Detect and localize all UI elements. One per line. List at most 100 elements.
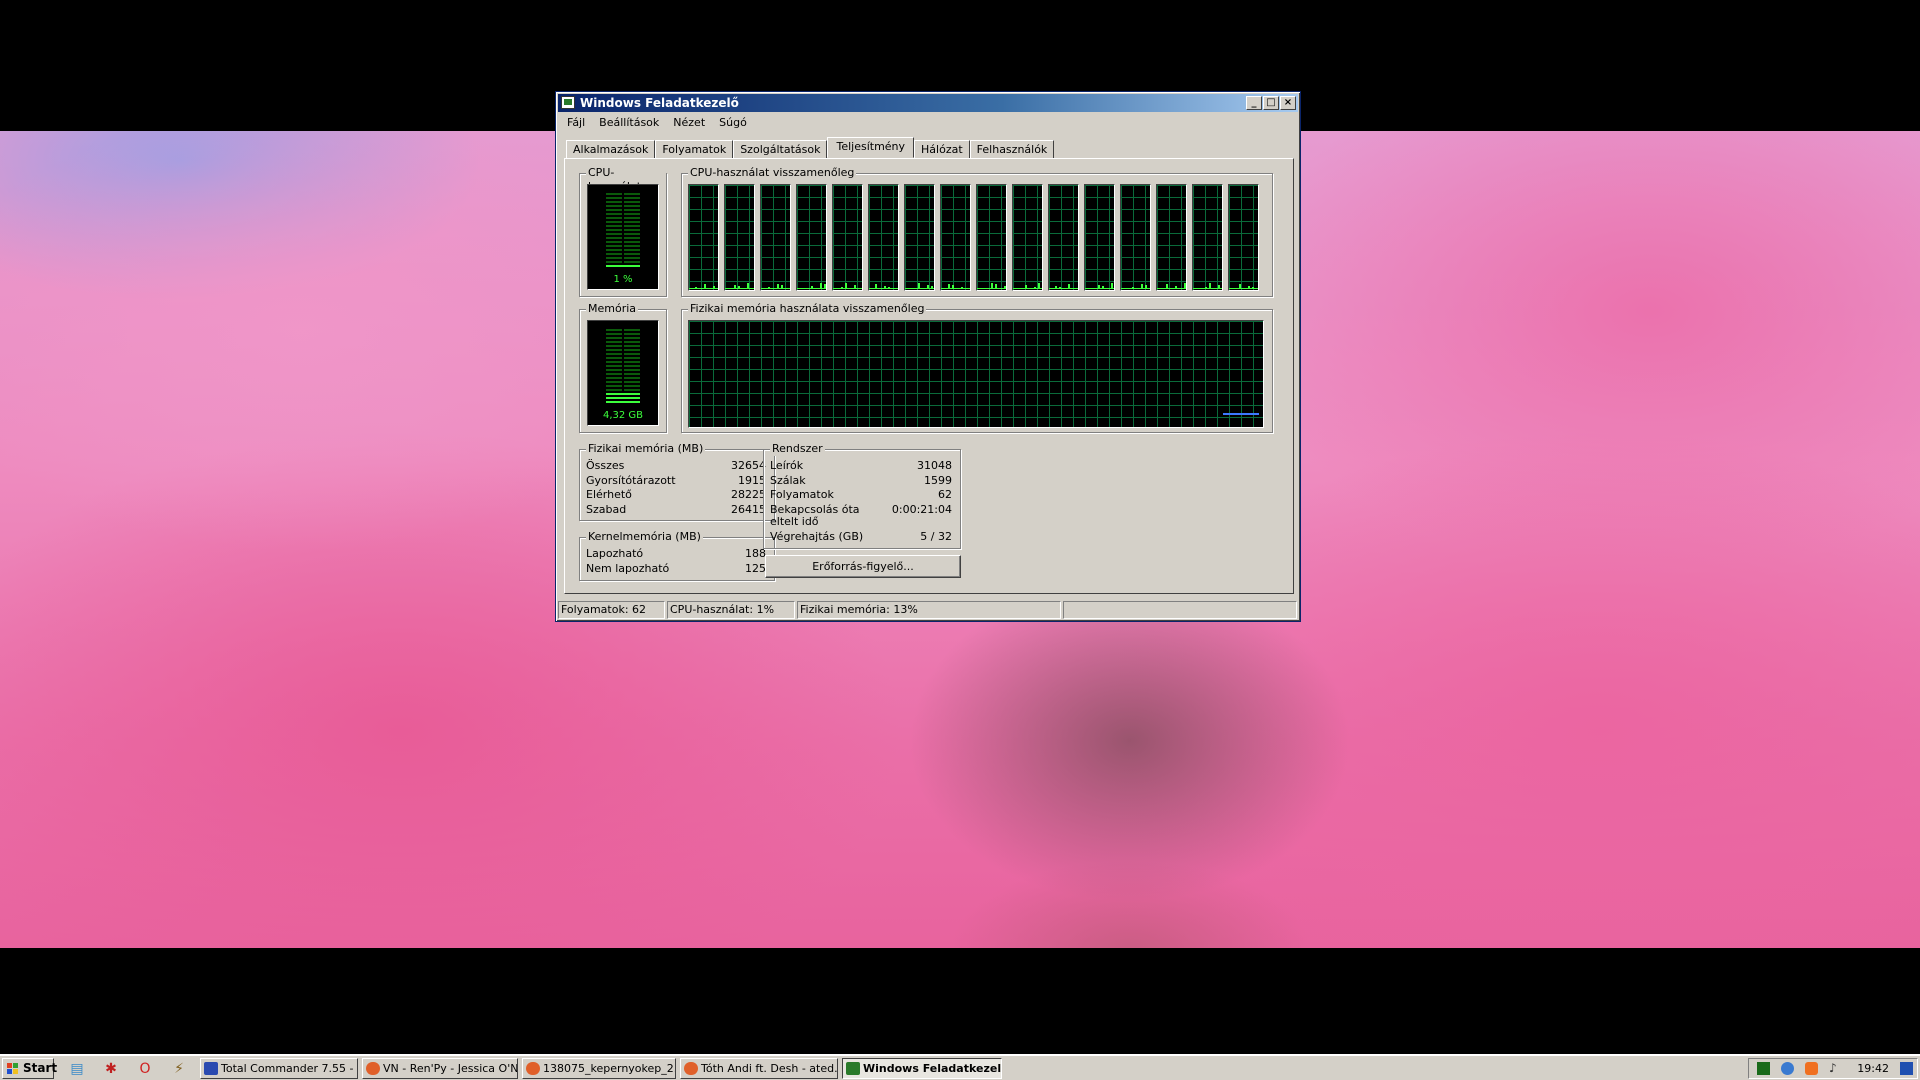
opera-icon[interactable]: O — [136, 1060, 154, 1078]
kernel-memory-group: Kernelmemória (MB) Lapozható 188 Nem lapo… — [579, 530, 775, 581]
update-icon[interactable] — [1805, 1062, 1818, 1075]
taskbar-button[interactable]: Windows Feladatkezelő — [842, 1058, 1002, 1079]
cpu-core-graph — [1156, 184, 1187, 291]
cpu-core-spike — [875, 284, 877, 289]
cpu-core-graph — [976, 184, 1007, 291]
cpu-usage-group: CPU-használat 1 % — [579, 166, 667, 297]
status-memory: Fizikai memória: 13% — [797, 601, 1061, 619]
cpu-core-graph — [1228, 184, 1259, 291]
tab-processes[interactable]: Folyamatok — [655, 140, 734, 158]
firefox-icon — [366, 1062, 380, 1075]
cpu-usage-value: 1 % — [613, 274, 633, 285]
cpu-core-spike — [1175, 286, 1177, 289]
minimize-button[interactable]: _ — [1246, 96, 1262, 110]
cpu-core-graph — [1192, 184, 1223, 291]
menu-help[interactable]: Súgó — [712, 114, 754, 132]
explorer-icon[interactable]: ▤ — [68, 1060, 86, 1078]
taskbar: Start ▤ ✱ O ⚡ Total Commander 7.55 - ...… — [0, 1054, 1920, 1080]
cpu-core-spike — [845, 283, 847, 289]
memory-history-label: Fizikai memória használata visszamenőleg — [688, 302, 927, 316]
tool-icon[interactable]: ⚡ — [170, 1060, 188, 1078]
show-desktop-icon[interactable] — [1900, 1062, 1913, 1075]
cpu-core-spike — [918, 283, 920, 289]
task-manager-tray-icon[interactable] — [1757, 1062, 1770, 1075]
cpu-core-spike — [1218, 285, 1220, 289]
cpu-core-spike — [768, 287, 770, 289]
physical-memory-row: Összes 32654 — [586, 459, 766, 472]
taskbar-button[interactable]: VN - Ren'Py - Jessica O'N... — [362, 1058, 518, 1079]
clock[interactable]: 19:42 — [1857, 1059, 1889, 1078]
physical-memory-row: Szabad 26415 — [586, 503, 766, 516]
task-manager-window[interactable]: Windows Feladatkezelő _ □ × Fájl Beállít… — [555, 91, 1301, 622]
cpu-core-spike — [1025, 285, 1027, 289]
start-button[interactable]: Start — [2, 1058, 57, 1079]
menu-view[interactable]: Nézet — [666, 114, 712, 132]
taskbar-button-label: VN - Ren'Py - Jessica O'N... — [383, 1062, 518, 1075]
system-row: Végrehajtás (GB) 5 / 32 — [770, 530, 952, 543]
taskbar-button[interactable]: Total Commander 7.55 - ... — [200, 1058, 358, 1079]
cpu-core-spike — [738, 286, 740, 289]
cpu-core-spike — [1055, 286, 1057, 289]
status-cpu: CPU-használat: 1% — [667, 601, 795, 619]
cpu-usage-meter: 1 % — [587, 184, 659, 290]
cpu-core-spike — [1102, 286, 1104, 289]
tab-users[interactable]: Felhasználók — [969, 140, 1055, 158]
cpu-core-spike — [1141, 284, 1143, 289]
tab-services[interactable]: Szolgáltatások — [733, 140, 828, 158]
resource-monitor-button[interactable]: Erőforrás-figyelő... — [765, 555, 961, 578]
taskbar-button[interactable]: 138075_kepernyokep_2... — [522, 1058, 676, 1079]
close-button[interactable]: × — [1280, 96, 1296, 110]
taskbar-button-label: Windows Feladatkezelő — [863, 1062, 1002, 1075]
cpu-history-label: CPU-használat visszamenőleg — [688, 166, 857, 180]
physical-memory-title: Fizikai memória (MB) — [586, 442, 706, 456]
cpu-core-spike — [1098, 285, 1100, 289]
cpu-core-spike — [952, 285, 954, 289]
cpu-core-graph — [724, 184, 755, 291]
menu-file[interactable]: Fájl — [560, 114, 592, 132]
menu-options[interactable]: Beállítások — [592, 114, 666, 132]
maximize-button[interactable]: □ — [1263, 96, 1279, 110]
cpu-core-spike — [781, 285, 783, 289]
kernel-memory-row: Lapozható 188 — [586, 547, 766, 560]
cpu-core-spike — [1205, 287, 1207, 289]
kernel-memory-title: Kernelmemória (MB) — [586, 530, 703, 544]
window-title: Windows Feladatkezelő — [580, 96, 739, 110]
volume-icon[interactable]: ♪ — [1829, 1062, 1842, 1075]
system-row: eltelt idő — [770, 515, 819, 528]
cpu-core-graph — [940, 184, 971, 291]
cpu-core-graph — [1012, 184, 1043, 291]
cpu-core-spike — [811, 286, 813, 289]
cpu-core-spike — [1004, 286, 1006, 289]
taskbar-button-label: Tóth Andi ft. Desh - ated... — [701, 1062, 838, 1075]
taskbar-button[interactable]: Tóth Andi ft. Desh - ated... — [680, 1058, 838, 1079]
cpu-core-spike — [695, 287, 697, 289]
tab-applications[interactable]: Alkalmazások — [566, 140, 656, 158]
system-row: Folyamatok 62 — [770, 488, 952, 501]
tab-performance[interactable]: Teljesítmény — [827, 137, 915, 158]
cpu-core-graph — [832, 184, 863, 291]
network-icon[interactable] — [1781, 1062, 1794, 1075]
memory-fill — [606, 393, 640, 403]
cpu-core-graph — [904, 184, 935, 291]
tab-networking[interactable]: Hálózat — [914, 140, 970, 158]
cpu-core-graph — [796, 184, 827, 291]
desktop: Windows Feladatkezelő _ □ × Fájl Beállít… — [0, 0, 1920, 1080]
title-bar[interactable]: Windows Feladatkezelő _ □ × — [558, 94, 1298, 112]
system-tray: ♪ 19:42 — [1748, 1058, 1918, 1079]
cpu-core-spike — [1111, 283, 1113, 289]
bug-icon[interactable]: ✱ — [102, 1060, 120, 1078]
memory-meter: 4,32 GB — [587, 320, 659, 426]
cpu-core-spike — [1145, 285, 1147, 289]
kernel-memory-row: Nem lapozható 125 — [586, 562, 766, 575]
menu-bar: Fájl Beállítások Nézet Súgó — [560, 114, 754, 132]
cpu-core-spike — [820, 283, 822, 289]
cpu-core-spike — [1209, 283, 1211, 289]
cpu-core-spike — [1038, 283, 1040, 289]
memory-history-graph — [688, 320, 1264, 428]
cpu-core-graph — [760, 184, 791, 291]
cpu-core-spike — [1059, 287, 1061, 289]
cpu-core-graph — [1048, 184, 1079, 291]
cpu-core-spike — [884, 286, 886, 289]
cpu-core-graph — [868, 184, 899, 291]
system-row: Leírók 31048 — [770, 459, 952, 472]
